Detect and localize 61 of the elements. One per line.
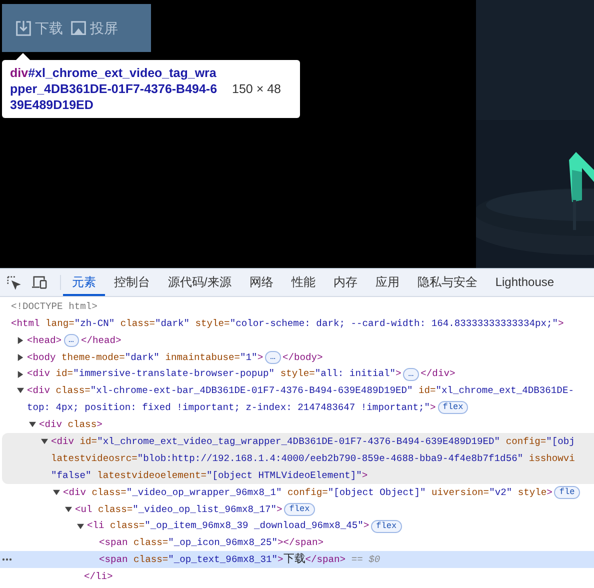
expanded-arrow-icon[interactable]: [17, 387, 27, 394]
code-line: </li>: [84, 570, 113, 584]
layout-badge[interactable]: flex: [438, 401, 468, 414]
expand-ellipsis-button[interactable]: …: [64, 334, 79, 347]
expanded-arrow-icon[interactable]: [53, 488, 63, 496]
code-line: </head>: [80, 334, 122, 348]
devtools-tab[interactable]: 性能: [282, 269, 324, 296]
code-line: <span class="_op_icon_96mx8_25"></span>: [99, 536, 324, 550]
code-line: <!DOCTYPE html>: [11, 300, 98, 314]
code-line: <div id="xl_chrome_ext_video_tag_wrapper_4DB361DE-01F7-4376-B494-639E489D19ED" config="[obj: [51, 435, 575, 450]
expanded-arrow-icon[interactable]: [29, 421, 39, 428]
tree-node-row[interactable]: <div class>: [0, 416, 594, 434]
layout-badge[interactable]: flex: [371, 520, 402, 533]
expand-ellipsis-button[interactable]: …: [403, 368, 419, 380]
devtools-tab[interactable]: 网络: [240, 269, 282, 296]
tree-node-row[interactable]: <html lang="zh-CN" class="dark" style="color-scheme: dark; --card-width: 164.83333333333334px;">: [0, 314, 594, 332]
code-line: <ul class="_video_op_list_96mx8_17">: [75, 502, 282, 517]
code-line: <div id="immersive-translate-browser-popup" style="all: initial">: [27, 367, 402, 382]
download-icon: [14, 18, 33, 38]
tree-node-row[interactable]: <div id="immersive-translate-browser-popup" style="all: initial"> … </div>: [0, 366, 594, 382]
tree-node-row[interactable]: <div class="_video_op_wrapper_96mx8_1" config="[object Object]" uiversion="v2" style> fle: [0, 484, 594, 501]
devtools-tab[interactable]: 源代码/来源: [159, 269, 240, 296]
screen-cast-icon: [69, 18, 88, 38]
layout-badge[interactable]: fle: [554, 486, 580, 499]
tree-node-row[interactable]: <ul class="_video_op_list_96mx8_17"> flex: [0, 500, 594, 518]
code-line: <body theme-mode="dark" inmaintabuse="1">: [27, 350, 264, 365]
layout-badge[interactable]: flex: [284, 502, 315, 516]
code-line: <div class="_video_op_wrapper_96mx8_1" config="[object Object]" uiversion="v2" style>: [63, 486, 552, 500]
expanded-arrow-icon[interactable]: [77, 522, 87, 530]
tree-node-row[interactable]: <span class="_op_text_96mx8_31">下载</span> == $0: [0, 551, 594, 568]
code-line: </div>: [420, 367, 456, 382]
inspect-icon[interactable]: [6, 275, 21, 290]
devtools-tab[interactable]: 应用: [366, 269, 408, 296]
tree-node-row[interactable]: <span class="_op_icon_96mx8_25"></span>: [0, 534, 594, 552]
tree-node-row[interactable]: <!DOCTYPE html>: [0, 298, 594, 315]
expand-ellipsis-button[interactable]: …: [265, 350, 280, 364]
tooltip-selector: div#xl_chrome_ext_video_tag_wrapper_4DB361DE-01F7-4376-B494-639E489D19ED: [10, 65, 218, 113]
code-line: <span class="_op_text_96mx8_31">下载</span> == $0: [99, 552, 380, 568]
code-line: top: 4px; position: fixed !important; z-index: 2147483647 !important;">: [27, 401, 436, 416]
devtools-tab[interactable]: Lighthouse: [486, 269, 564, 296]
more-dots-icon[interactable]: [2, 558, 12, 562]
code-line: </body>: [282, 350, 323, 365]
code-line: "false" latestvideoelement="[object HTMLVideoElement]">: [51, 468, 368, 483]
devtools-tab[interactable]: 控制台: [105, 269, 159, 296]
device-toolbar-icon[interactable]: [31, 275, 48, 290]
devtools-tab[interactable]: 隐私与安全: [408, 269, 486, 296]
tree-node-row[interactable]: <div class="xl-chrome-ext-bar_4DB361DE-01F7-4376-B494-639E489D19ED" id="xl_chrome_ext_4DB361DE- top: 4px; position: fixed !important; z-index: 2147483647 !important;"> flex: [0, 382, 594, 416]
tree-node-row[interactable]: [2, 433, 594, 484]
code-line: <div class>: [39, 418, 102, 432]
code-line: <li class="_op_item_96mx8_39 _download_96mx8_45">: [87, 519, 370, 534]
tree-node-row[interactable]: <head> … </head>: [0, 332, 594, 349]
tooltip-size: 150 × 48: [232, 80, 282, 98]
expanded-arrow-icon[interactable]: [41, 438, 51, 446]
code-line: latestvideosrc="blob:http://192.168.1.4:4000/eeb2b790-859e-4688-bba9-4f4e8b7f1d56" isshowvi: [51, 452, 575, 466]
tree-node-row[interactable]: <body theme-mode="dark" inmaintabuse="1"> … </body>: [0, 348, 594, 366]
code-line: <div class="xl-chrome-ext-bar_4DB361DE-01F7-4376-B494-639E489D19ED" id="xl_chrome_ext_4DB361DE-: [27, 384, 574, 398]
devtools-tab[interactable]: 内存: [324, 269, 366, 296]
tree-node-row[interactable]: <li class="_op_item_96mx8_39 _download_96mx8_45"> flex: [0, 518, 594, 534]
code-line: <head>: [27, 334, 62, 348]
devtools-tab[interactable]: 元素: [63, 269, 105, 296]
code-line: <html lang="zh-CN" class="dark" style="color-scheme: dark; --card-width: 164.83333333333334px;">: [11, 316, 564, 331]
